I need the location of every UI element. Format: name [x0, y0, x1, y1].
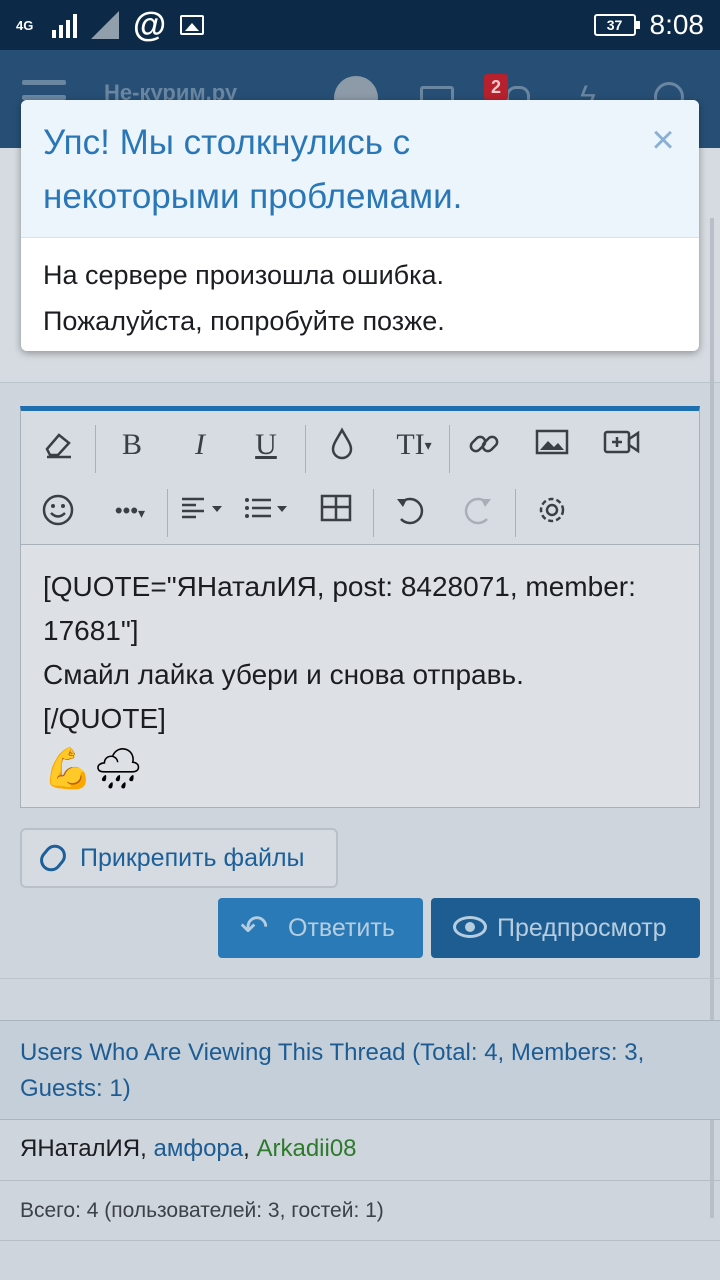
editor-line: Смайл лайка убери и снова отправь. [43, 659, 524, 690]
viewer-user[interactable]: амфора [153, 1135, 243, 1162]
list-icon[interactable] [239, 493, 299, 532]
emoji-icon[interactable] [35, 493, 81, 536]
image-icon[interactable] [529, 427, 575, 466]
close-icon[interactable]: × [643, 120, 683, 160]
reply-arrow-icon: ↶ [240, 909, 269, 947]
divider [0, 1180, 720, 1181]
text-size-glyph: TI [396, 428, 425, 461]
message-editor: B I U TI▾ •••▾ [QUOTE="ЯНаталИЯ, post: 8… [20, 406, 700, 808]
eye-icon [453, 916, 487, 938]
error-dialog-message: На сервере произошла ошибка. Пожалуйста,… [43, 252, 683, 344]
text-size-icon[interactable]: TI▾ [385, 427, 443, 465]
undo-icon[interactable] [387, 493, 433, 536]
viewers-title[interactable]: Users Who Are Viewing This Thread (Total… [20, 1035, 704, 1107]
viewer-user[interactable]: ЯНаталИЯ [20, 1135, 140, 1162]
align-icon[interactable] [173, 493, 233, 532]
link-icon[interactable] [461, 427, 507, 470]
settings-icon[interactable] [529, 493, 575, 536]
more-icon[interactable]: •••▾ [99, 493, 161, 531]
signal-icon [52, 12, 77, 38]
reply-label: Ответить [288, 914, 395, 942]
color-drop-icon[interactable] [319, 427, 365, 470]
italic-icon[interactable]: I [177, 427, 223, 463]
error-dialog-header: Упс! Мы столкнулись с некоторыми проблем… [21, 100, 699, 238]
paperclip-icon [35, 840, 71, 876]
error-dialog: Упс! Мы столкнулись с некоторыми проблем… [21, 100, 699, 351]
error-message-line: На сервере произошла ошибка. [43, 260, 445, 290]
error-message-line: Пожалуйста, попробуйте позже. [43, 306, 445, 336]
clock: 8:08 [649, 9, 705, 40]
eraser-icon[interactable] [35, 427, 81, 470]
wifi-signal-icon [91, 11, 119, 39]
divider [0, 978, 720, 979]
emoji-content: 💪🌧 [43, 747, 144, 791]
bold-icon[interactable]: B [109, 427, 155, 463]
network-type: 4G [16, 17, 34, 33]
alerts-badge: 2 [484, 74, 508, 100]
video-icon[interactable] [599, 427, 645, 466]
more-glyph: ••• [114, 498, 139, 523]
attach-files-button[interactable]: Прикрепить файлы [20, 828, 338, 888]
viewer-user[interactable]: Arkadii08 [256, 1135, 356, 1162]
table-icon[interactable] [313, 493, 359, 532]
attach-files-label: Прикрепить файлы [80, 844, 305, 872]
preview-button[interactable]: Предпросмотр [431, 898, 700, 958]
editor-line: [QUOTE="ЯНаталИЯ, post: 8428071, member:… [43, 571, 636, 646]
status-bar: 4G @ 37 8:08 [0, 0, 720, 50]
editor-toolbar: B I U TI▾ •••▾ [21, 411, 699, 545]
reply-button[interactable]: ↶ Ответить [218, 898, 423, 958]
editor-content[interactable]: [QUOTE="ЯНаталИЯ, post: 8428071, member:… [43, 565, 683, 741]
error-dialog-title: Упс! Мы столкнулись с некоторыми проблем… [43, 123, 463, 216]
underline-icon[interactable]: U [243, 427, 289, 463]
viewers-list: ЯНаталИЯ, амфора, Arkadii08 [20, 1135, 357, 1162]
preview-label: Предпросмотр [497, 914, 667, 942]
email-notification-icon: @ [133, 6, 167, 44]
viewers-total: Всего: 4 (пользователей: 3, гостей: 1) [20, 1199, 384, 1222]
editor-line: [/QUOTE] [43, 703, 166, 734]
divider [0, 1240, 720, 1241]
image-notification-icon [180, 15, 205, 35]
viewers-header: Users Who Are Viewing This Thread (Total… [0, 1020, 720, 1120]
redo-icon[interactable] [455, 493, 501, 536]
battery-icon: 37 [593, 14, 640, 36]
